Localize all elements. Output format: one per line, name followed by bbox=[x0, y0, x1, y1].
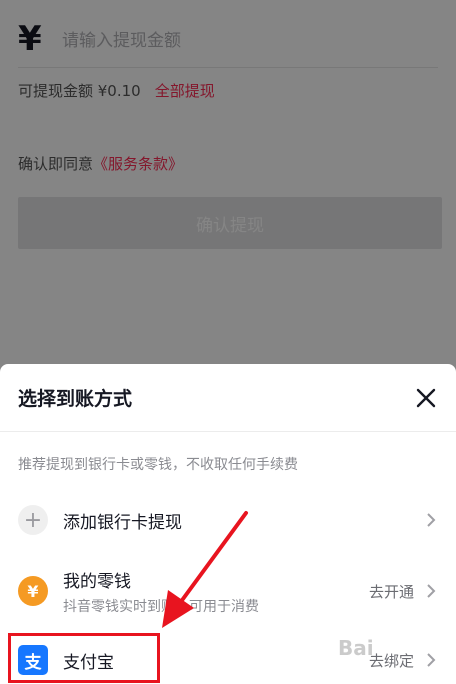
chevron-right-icon bbox=[426, 653, 438, 667]
sheet-hint: 推荐提现到银行卡或零钱，不收取任何手续费 bbox=[18, 457, 298, 473]
method-label: 添加银行卡提现 bbox=[63, 512, 182, 533]
method-text: 我的零钱 抖音零钱实时到账，可用于消费 bbox=[63, 567, 369, 616]
withdraw-page: ¥ 请输入提现金额 可提现金额 ¥0.10 全部提现 确认即同意《服务条款》 确… bbox=[0, 0, 456, 684]
plus-icon: + bbox=[18, 505, 48, 535]
sheet-header: 选择到账方式 bbox=[0, 364, 456, 432]
sheet-title: 选择到账方式 bbox=[18, 388, 133, 410]
method-my-change[interactable]: ¥ 我的零钱 抖音零钱实时到账，可用于消费 去开通 bbox=[0, 563, 456, 619]
yen-icon: ¥ bbox=[18, 576, 48, 606]
method-label: 我的零钱 bbox=[63, 571, 131, 592]
method-text: 添加银行卡提现 bbox=[63, 508, 426, 533]
method-add-bank-card[interactable]: + 添加银行卡提现 bbox=[0, 492, 456, 548]
watermark-logo: Bai bbox=[338, 636, 374, 660]
close-icon-glyph bbox=[416, 388, 436, 407]
close-icon[interactable] bbox=[414, 386, 438, 410]
method-subtitle: 抖音零钱实时到账，可用于消费 bbox=[63, 598, 259, 615]
annotation-highlight-box bbox=[8, 633, 160, 683]
method-action[interactable]: 去绑定 bbox=[369, 650, 414, 671]
chevron-right-icon bbox=[426, 513, 438, 527]
chevron-right-icon bbox=[426, 584, 438, 598]
method-action[interactable]: 去开通 bbox=[369, 581, 414, 602]
